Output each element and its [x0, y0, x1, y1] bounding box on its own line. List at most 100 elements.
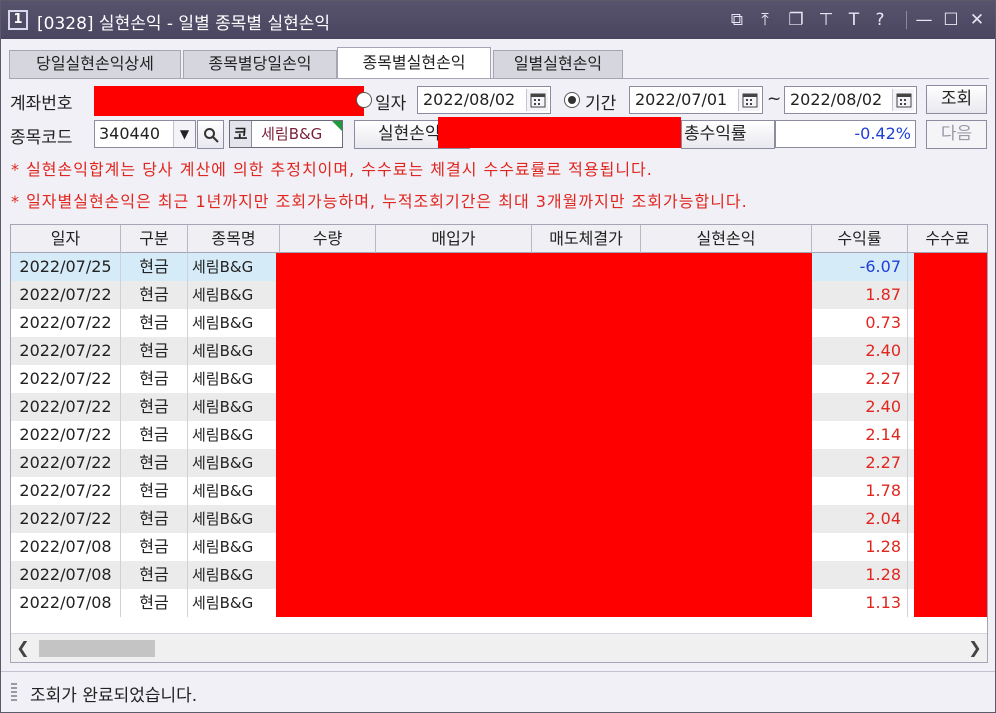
- cell-date: 2022/07/22: [11, 477, 121, 505]
- stock-flag-icon: [332, 121, 342, 131]
- column-header-rate[interactable]: 수익률: [812, 225, 908, 253]
- cell-date: 2022/07/22: [11, 365, 121, 393]
- next-button[interactable]: 다음: [926, 120, 987, 149]
- stock-code-value: 340440: [99, 124, 161, 143]
- tab-stock-today[interactable]: 종목별당일손익: [183, 50, 337, 78]
- horizontal-scrollbar[interactable]: ❮ ❯: [11, 633, 987, 662]
- cell-rate: 2.04: [812, 505, 908, 533]
- pin-icon[interactable]: ⊤: [815, 9, 837, 31]
- search-icon[interactable]: [197, 120, 224, 149]
- cell-date: 2022/07/22: [11, 393, 121, 421]
- restore-icon[interactable]: ⧉: [726, 9, 748, 31]
- date-label: 일자: [375, 94, 407, 114]
- cell-rate: 2.40: [812, 393, 908, 421]
- period-end-value: 2022/08/02: [790, 90, 883, 109]
- fee-redacted: [914, 253, 987, 617]
- cell-rate: 1.78: [812, 477, 908, 505]
- cell-type: 현금: [121, 421, 188, 449]
- total-rate-value: -0.42%: [775, 120, 916, 148]
- cell-type: 현금: [121, 561, 188, 589]
- calendar-icon[interactable]: [892, 89, 914, 111]
- column-header-name[interactable]: 종목명: [188, 225, 280, 253]
- column-header-date[interactable]: 일자: [11, 225, 121, 253]
- dropdown-arrow-icon[interactable]: ▼: [173, 121, 195, 147]
- cell-type: 현금: [121, 533, 188, 561]
- period-end-field[interactable]: 2022/08/02: [784, 86, 917, 114]
- cell-type: 현금: [121, 393, 188, 421]
- cell-date: 2022/07/22: [11, 449, 121, 477]
- grip-icon: [11, 683, 17, 703]
- account-label: 계좌번호: [10, 94, 73, 114]
- cell-date: 2022/07/22: [11, 505, 121, 533]
- close-icon[interactable]: ✕: [966, 9, 988, 31]
- calendar-icon[interactable]: [526, 89, 548, 111]
- cell-rate: 1.13: [812, 589, 908, 617]
- tab-daily-detail[interactable]: 당일실현손익상세: [9, 50, 181, 78]
- stock-name-value: 세림B&G: [261, 125, 323, 143]
- period-label: 기간: [585, 94, 617, 114]
- date-radio[interactable]: [356, 92, 372, 108]
- scroll-left-icon[interactable]: ❮: [13, 638, 33, 658]
- calendar-icon[interactable]: [738, 89, 760, 111]
- minimize-icon[interactable]: —: [913, 9, 935, 31]
- cell-stock-name: 세림B&G: [188, 365, 280, 393]
- cell-date: 2022/07/25: [11, 253, 121, 281]
- column-header-fee[interactable]: 수수료: [908, 225, 987, 253]
- scroll-right-icon[interactable]: ❯: [965, 638, 985, 658]
- cell-date: 2022/07/22: [11, 421, 121, 449]
- cell-rate: 1.28: [812, 561, 908, 589]
- help-icon[interactable]: ?: [869, 9, 891, 31]
- pin-top-icon[interactable]: ⤒: [754, 9, 776, 31]
- copy-icon[interactable]: ❐: [785, 9, 807, 31]
- tab-stock-realized[interactable]: 종목별실현손익: [337, 47, 491, 79]
- scroll-thumb[interactable]: [39, 640, 155, 657]
- cell-stock-name: 세림B&G: [188, 309, 280, 337]
- column-header-buy-price[interactable]: 매입가: [376, 225, 532, 253]
- cell-type: 현금: [121, 253, 188, 281]
- total-rate-label: 총수익률: [681, 120, 775, 149]
- cell-type: 현금: [121, 365, 188, 393]
- cell-rate: 1.87: [812, 281, 908, 309]
- cell-stock-name: 세림B&G: [188, 253, 280, 281]
- cell-type: 현금: [121, 337, 188, 365]
- cell-stock-name: 세림B&G: [188, 505, 280, 533]
- cell-rate: 2.27: [812, 449, 908, 477]
- values-redacted: [276, 253, 812, 617]
- period-start-value: 2022/07/01: [635, 90, 728, 109]
- column-header-qty[interactable]: 수량: [280, 225, 376, 253]
- date-value: 2022/08/02: [423, 90, 516, 109]
- tab-daily-realized[interactable]: 일별실현손익: [493, 50, 623, 78]
- column-header-type[interactable]: 구분: [121, 225, 188, 253]
- cell-rate: 2.40: [812, 337, 908, 365]
- cell-stock-name: 세림B&G: [188, 421, 280, 449]
- titlebar-separator: [906, 11, 907, 29]
- cell-date: 2022/07/08: [11, 533, 121, 561]
- query-button[interactable]: 조회: [926, 85, 987, 114]
- trading-window: 1 [0328] 실현손익 - 일별 종목별 실현손익 ⧉ ⤒ ❐ ⊤ T ? …: [0, 0, 996, 713]
- cell-type: 현금: [121, 309, 188, 337]
- period-radio[interactable]: [564, 92, 580, 108]
- cell-date: 2022/07/22: [11, 309, 121, 337]
- cell-stock-name: 세림B&G: [188, 477, 280, 505]
- cell-rate: 1.28: [812, 533, 908, 561]
- column-header-realized-pnl[interactable]: 실현손익: [641, 225, 812, 253]
- cell-rate: 2.14: [812, 421, 908, 449]
- title-bar: 1 [0328] 실현손익 - 일별 종목별 실현손익 ⧉ ⤒ ❐ ⊤ T ? …: [1, 1, 995, 39]
- cell-stock-name: 세림B&G: [188, 561, 280, 589]
- cell-type: 현금: [121, 477, 188, 505]
- text-icon[interactable]: T: [843, 9, 865, 31]
- stock-code-field[interactable]: 340440 ▼: [94, 120, 196, 148]
- column-header-sell-price[interactable]: 매도체결가: [532, 225, 641, 253]
- cell-type: 현금: [121, 505, 188, 533]
- date-field[interactable]: 2022/08/02: [417, 86, 551, 114]
- cell-date: 2022/07/08: [11, 589, 121, 617]
- maximize-icon[interactable]: ☐: [940, 9, 962, 31]
- cell-rate: 0.73: [812, 309, 908, 337]
- stock-name-box[interactable]: 코 세림B&G: [229, 120, 343, 148]
- window-number-badge: 1: [8, 10, 28, 30]
- cell-stock-name: 세림B&G: [188, 337, 280, 365]
- period-start-field[interactable]: 2022/07/01: [629, 86, 763, 114]
- account-number-redacted[interactable]: [94, 86, 364, 116]
- cell-type: 현금: [121, 281, 188, 309]
- cell-stock-name: 세림B&G: [188, 589, 280, 617]
